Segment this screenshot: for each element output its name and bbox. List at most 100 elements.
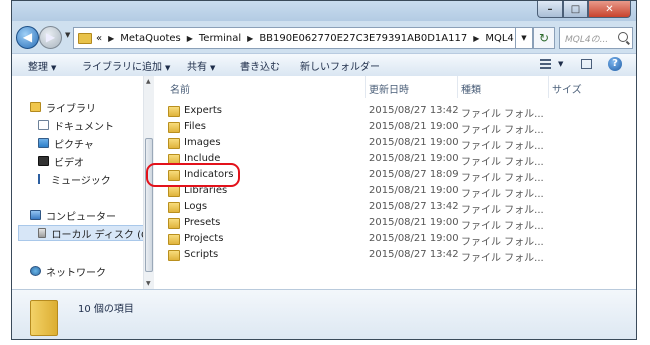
back-button[interactable]: ◀ xyxy=(16,26,39,49)
chevron-down-icon: ▼ xyxy=(165,64,171,72)
content-area: ライブラリ ドキュメント ピクチャ ビデオ ミュージック コンピューター ローカ… xyxy=(12,76,636,289)
chevron-right-icon[interactable]: ▶ xyxy=(247,34,253,43)
nav-videos[interactable]: ビデオ xyxy=(38,153,84,169)
file-type: ファイル フォル... xyxy=(461,205,544,216)
picture-icon xyxy=(38,138,49,148)
file-date: 2015/08/21 19:00 xyxy=(369,185,459,196)
new-folder-label: 新しいフォルダー xyxy=(300,62,380,73)
title-bar[interactable]: – □ ✕ xyxy=(12,1,636,21)
column-header-type[interactable]: 種類 xyxy=(461,81,481,96)
address-row: ◀ ▶ ▼ « ▶ MetaQuotes ▶ Terminal ▶ BB190E… xyxy=(12,23,636,53)
table-row[interactable]: Experts 2015/08/27 13:42 ファイル フォル... xyxy=(168,104,558,120)
breadcrumb-terminal-id[interactable]: BB190E062770E27C3E79391AB0D1A117 xyxy=(259,33,467,44)
nav-pictures-label: ピクチャ xyxy=(54,139,94,151)
breadcrumb: « ▶ MetaQuotes ▶ Terminal ▶ BB190E062770… xyxy=(96,33,532,44)
scroll-down-icon[interactable]: ▼ xyxy=(146,280,151,287)
document-icon xyxy=(38,120,49,130)
nav-documents[interactable]: ドキュメント xyxy=(38,117,114,133)
file-name: Presets xyxy=(184,217,221,228)
window-controls: – □ ✕ xyxy=(537,1,631,18)
search-placeholder: MQL4の... xyxy=(565,34,609,45)
chevron-right-icon[interactable]: ▶ xyxy=(473,34,479,43)
chevron-down-icon: ▼ xyxy=(51,64,57,72)
nav-libraries[interactable]: ライブラリ xyxy=(30,99,96,115)
details-pane: 10 個の項目 xyxy=(12,289,636,339)
breadcrumb-mql4[interactable]: MQL4 xyxy=(485,33,513,44)
file-date: 2015/08/21 19:00 xyxy=(369,233,459,244)
search-input[interactable]: MQL4の... xyxy=(559,27,633,49)
column-header-name[interactable]: 名前 xyxy=(170,81,190,96)
network-icon xyxy=(30,266,41,276)
history-dropdown-icon[interactable]: ▼ xyxy=(65,31,70,39)
file-type: ファイル フォル... xyxy=(461,141,544,152)
nav-local-disk-label: ローカル ディスク (C xyxy=(51,229,148,241)
forward-button[interactable]: ▶ xyxy=(39,26,62,49)
column-divider[interactable] xyxy=(548,76,549,98)
file-type: ファイル フォル... xyxy=(461,157,544,168)
maximize-button[interactable]: □ xyxy=(563,1,588,18)
file-type: ファイル フォル... xyxy=(461,189,544,200)
table-row[interactable]: Projects 2015/08/21 19:00 ファイル フォル... xyxy=(168,232,558,248)
file-date: 2015/08/21 19:00 xyxy=(369,153,459,164)
nav-music[interactable]: ミュージック xyxy=(38,171,111,187)
search-icon[interactable] xyxy=(618,32,628,42)
scroll-thumb[interactable] xyxy=(145,138,153,272)
organize-menu[interactable]: 整理 ▼ xyxy=(28,58,56,73)
minimize-button[interactable]: – xyxy=(537,1,563,18)
file-name: Experts xyxy=(184,105,222,116)
file-name: Logs xyxy=(184,201,208,212)
table-row[interactable]: Logs 2015/08/27 13:42 ファイル フォル... xyxy=(168,200,558,216)
folder-icon xyxy=(168,218,180,229)
scroll-up-icon[interactable]: ▲ xyxy=(146,78,151,85)
file-date: 2015/08/21 19:00 xyxy=(369,121,459,132)
column-header-size[interactable]: サイズ xyxy=(552,81,582,96)
folder-icon xyxy=(168,250,180,261)
file-name: Projects xyxy=(184,233,224,244)
file-type: ファイル フォル... xyxy=(461,125,544,136)
file-type: ファイル フォル... xyxy=(461,221,544,232)
chevron-down-icon: ▼ xyxy=(558,60,564,68)
table-row[interactable]: Images 2015/08/21 19:00 ファイル フォル... xyxy=(168,136,558,152)
file-type: ファイル フォル... xyxy=(461,237,544,248)
new-folder-button[interactable]: 新しいフォルダー xyxy=(300,58,380,73)
breadcrumb-terminal[interactable]: Terminal xyxy=(199,33,241,44)
nav-pictures[interactable]: ピクチャ xyxy=(38,135,94,151)
chevron-right-icon[interactable]: ▶ xyxy=(108,34,114,43)
nav-documents-label: ドキュメント xyxy=(54,121,114,133)
library-icon xyxy=(30,102,41,112)
computer-icon xyxy=(30,210,41,220)
file-date: 2015/08/27 13:42 xyxy=(369,105,459,116)
breadcrumb-overflow[interactable]: « xyxy=(96,33,102,44)
breadcrumb-metaquotes[interactable]: MetaQuotes xyxy=(120,33,180,44)
close-button[interactable]: ✕ xyxy=(588,1,631,18)
include-in-library-label: ライブラリに追加 xyxy=(82,62,162,73)
file-type: ファイル フォル... xyxy=(461,253,544,264)
column-header-date[interactable]: 更新日時 xyxy=(369,81,409,96)
nav-libraries-label: ライブラリ xyxy=(46,103,96,115)
view-dropdown[interactable]: ▼ xyxy=(555,58,563,69)
nav-local-disk[interactable]: ローカル ディスク (C xyxy=(18,225,149,241)
column-divider[interactable] xyxy=(457,76,458,98)
table-row[interactable]: Scripts 2015/08/27 13:42 ファイル フォル... xyxy=(168,248,558,264)
share-menu[interactable]: 共有 ▼ xyxy=(187,58,215,73)
address-dropdown-button[interactable]: ▼ xyxy=(515,27,533,49)
table-row[interactable]: Presets 2015/08/21 19:00 ファイル フォル... xyxy=(168,216,558,232)
nav-computer[interactable]: コンピューター xyxy=(30,207,116,223)
help-icon[interactable]: ? xyxy=(608,57,622,71)
change-view-icon[interactable] xyxy=(540,59,551,69)
nav-network[interactable]: ネットワーク xyxy=(30,263,106,279)
table-row[interactable]: Files 2015/08/21 19:00 ファイル フォル... xyxy=(168,120,558,136)
preview-pane-icon[interactable] xyxy=(581,59,592,69)
explorer-window: – □ ✕ ◀ ▶ ▼ « ▶ MetaQuotes ▶ Terminal ▶ … xyxy=(11,0,637,340)
folder-icon xyxy=(168,138,180,149)
navigation-pane: ライブラリ ドキュメント ピクチャ ビデオ ミュージック コンピューター ローカ… xyxy=(12,76,154,289)
folder-icon xyxy=(168,202,180,213)
chevron-right-icon[interactable]: ▶ xyxy=(187,34,193,43)
burn-button[interactable]: 書き込む xyxy=(240,58,280,73)
address-bar[interactable]: « ▶ MetaQuotes ▶ Terminal ▶ BB190E062770… xyxy=(73,27,533,49)
nav-computer-label: コンピューター xyxy=(46,211,116,223)
column-divider[interactable] xyxy=(365,76,366,98)
file-type: ファイル フォル... xyxy=(461,109,544,120)
refresh-button[interactable]: ↻ xyxy=(533,27,555,49)
include-in-library-menu[interactable]: ライブラリに追加 ▼ xyxy=(82,58,170,73)
